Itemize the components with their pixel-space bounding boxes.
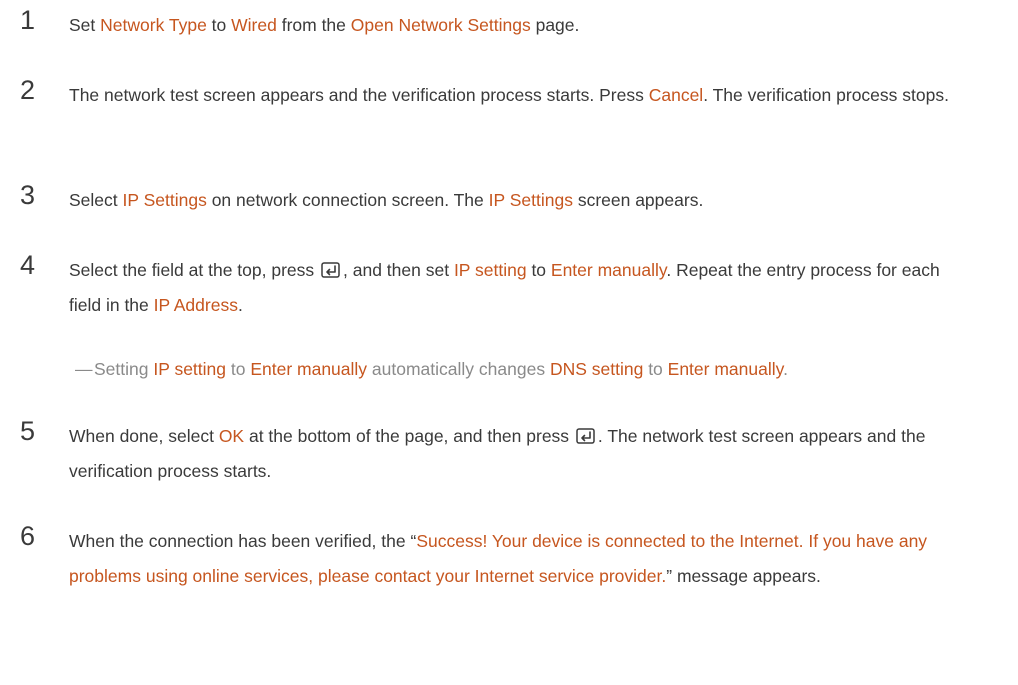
highlight-term: IP Settings bbox=[122, 190, 207, 210]
highlight-term: IP setting bbox=[153, 359, 226, 379]
highlight-term: Enter manually bbox=[250, 359, 368, 379]
text-run: ” message appears. bbox=[666, 566, 821, 586]
text-run: , and then set bbox=[343, 260, 454, 280]
step-text: Select IP Settings on network connection… bbox=[69, 183, 969, 218]
text-run: screen appears. bbox=[572, 190, 704, 210]
instruction-document: 1 Set Network Type to Wired from the Ope… bbox=[0, 0, 1018, 685]
text-run: Setting bbox=[94, 359, 154, 379]
text-run: . bbox=[237, 295, 243, 315]
note-dash: — bbox=[75, 359, 93, 379]
highlight-term: Wired bbox=[231, 15, 277, 35]
highlight-term: IP Settings bbox=[488, 190, 573, 210]
highlight-term: Cancel bbox=[648, 85, 704, 105]
step-number: 1 bbox=[20, 5, 36, 35]
highlight-term: DNS setting bbox=[549, 359, 644, 379]
step-text: When the connection has been verified, t… bbox=[69, 524, 949, 594]
highlight-term: Enter manually bbox=[550, 260, 667, 280]
text-run: When done, select bbox=[69, 426, 219, 446]
text-run: . The verification process stops. bbox=[703, 85, 949, 105]
enter-icon bbox=[321, 262, 340, 278]
text-run: Select bbox=[69, 190, 123, 210]
text-run: . bbox=[783, 359, 788, 379]
step-text: When done, select OK at the bottom of th… bbox=[69, 419, 949, 489]
enter-icon bbox=[576, 428, 595, 444]
step-number: 4 bbox=[20, 250, 36, 280]
note: — Setting IP setting to Enter manually a… bbox=[75, 358, 956, 381]
text-run: at the bottom of the page, and then pres… bbox=[244, 426, 574, 446]
highlight-term: Network Type bbox=[100, 15, 207, 35]
note-text: Setting IP setting to Enter manually aut… bbox=[76, 358, 956, 381]
text-run: to bbox=[206, 15, 232, 35]
highlight-term: Open Network Settings bbox=[350, 15, 531, 35]
highlight-term: IP setting bbox=[453, 260, 527, 280]
text-run: The network test screen appears and the … bbox=[69, 85, 649, 105]
step-number: 3 bbox=[20, 180, 36, 210]
step-number: 2 bbox=[20, 75, 36, 105]
text-run: Set bbox=[69, 15, 101, 35]
highlight-term: IP Address bbox=[153, 295, 238, 315]
step-text: The network test screen appears and the … bbox=[69, 78, 949, 113]
text-run: to bbox=[526, 260, 551, 280]
step-number: 5 bbox=[20, 416, 36, 446]
text-run: When the connection has been verified, t… bbox=[69, 531, 417, 551]
text-run: page. bbox=[530, 15, 580, 35]
highlight-term: OK bbox=[218, 426, 245, 446]
text-run: on network connection screen. The bbox=[206, 190, 489, 210]
highlight-term: Enter manually bbox=[667, 359, 784, 379]
step-text: Select the field at the top, press , and… bbox=[69, 253, 949, 323]
text-run: Select the field at the top, press bbox=[69, 260, 320, 280]
text-run: to bbox=[643, 359, 668, 379]
step-number: 6 bbox=[20, 521, 36, 551]
text-run: automatically changes bbox=[367, 359, 550, 379]
text-run: from the bbox=[276, 15, 351, 35]
step-text: Set Network Type to Wired from the Open … bbox=[69, 8, 969, 43]
text-run: to bbox=[226, 359, 251, 379]
